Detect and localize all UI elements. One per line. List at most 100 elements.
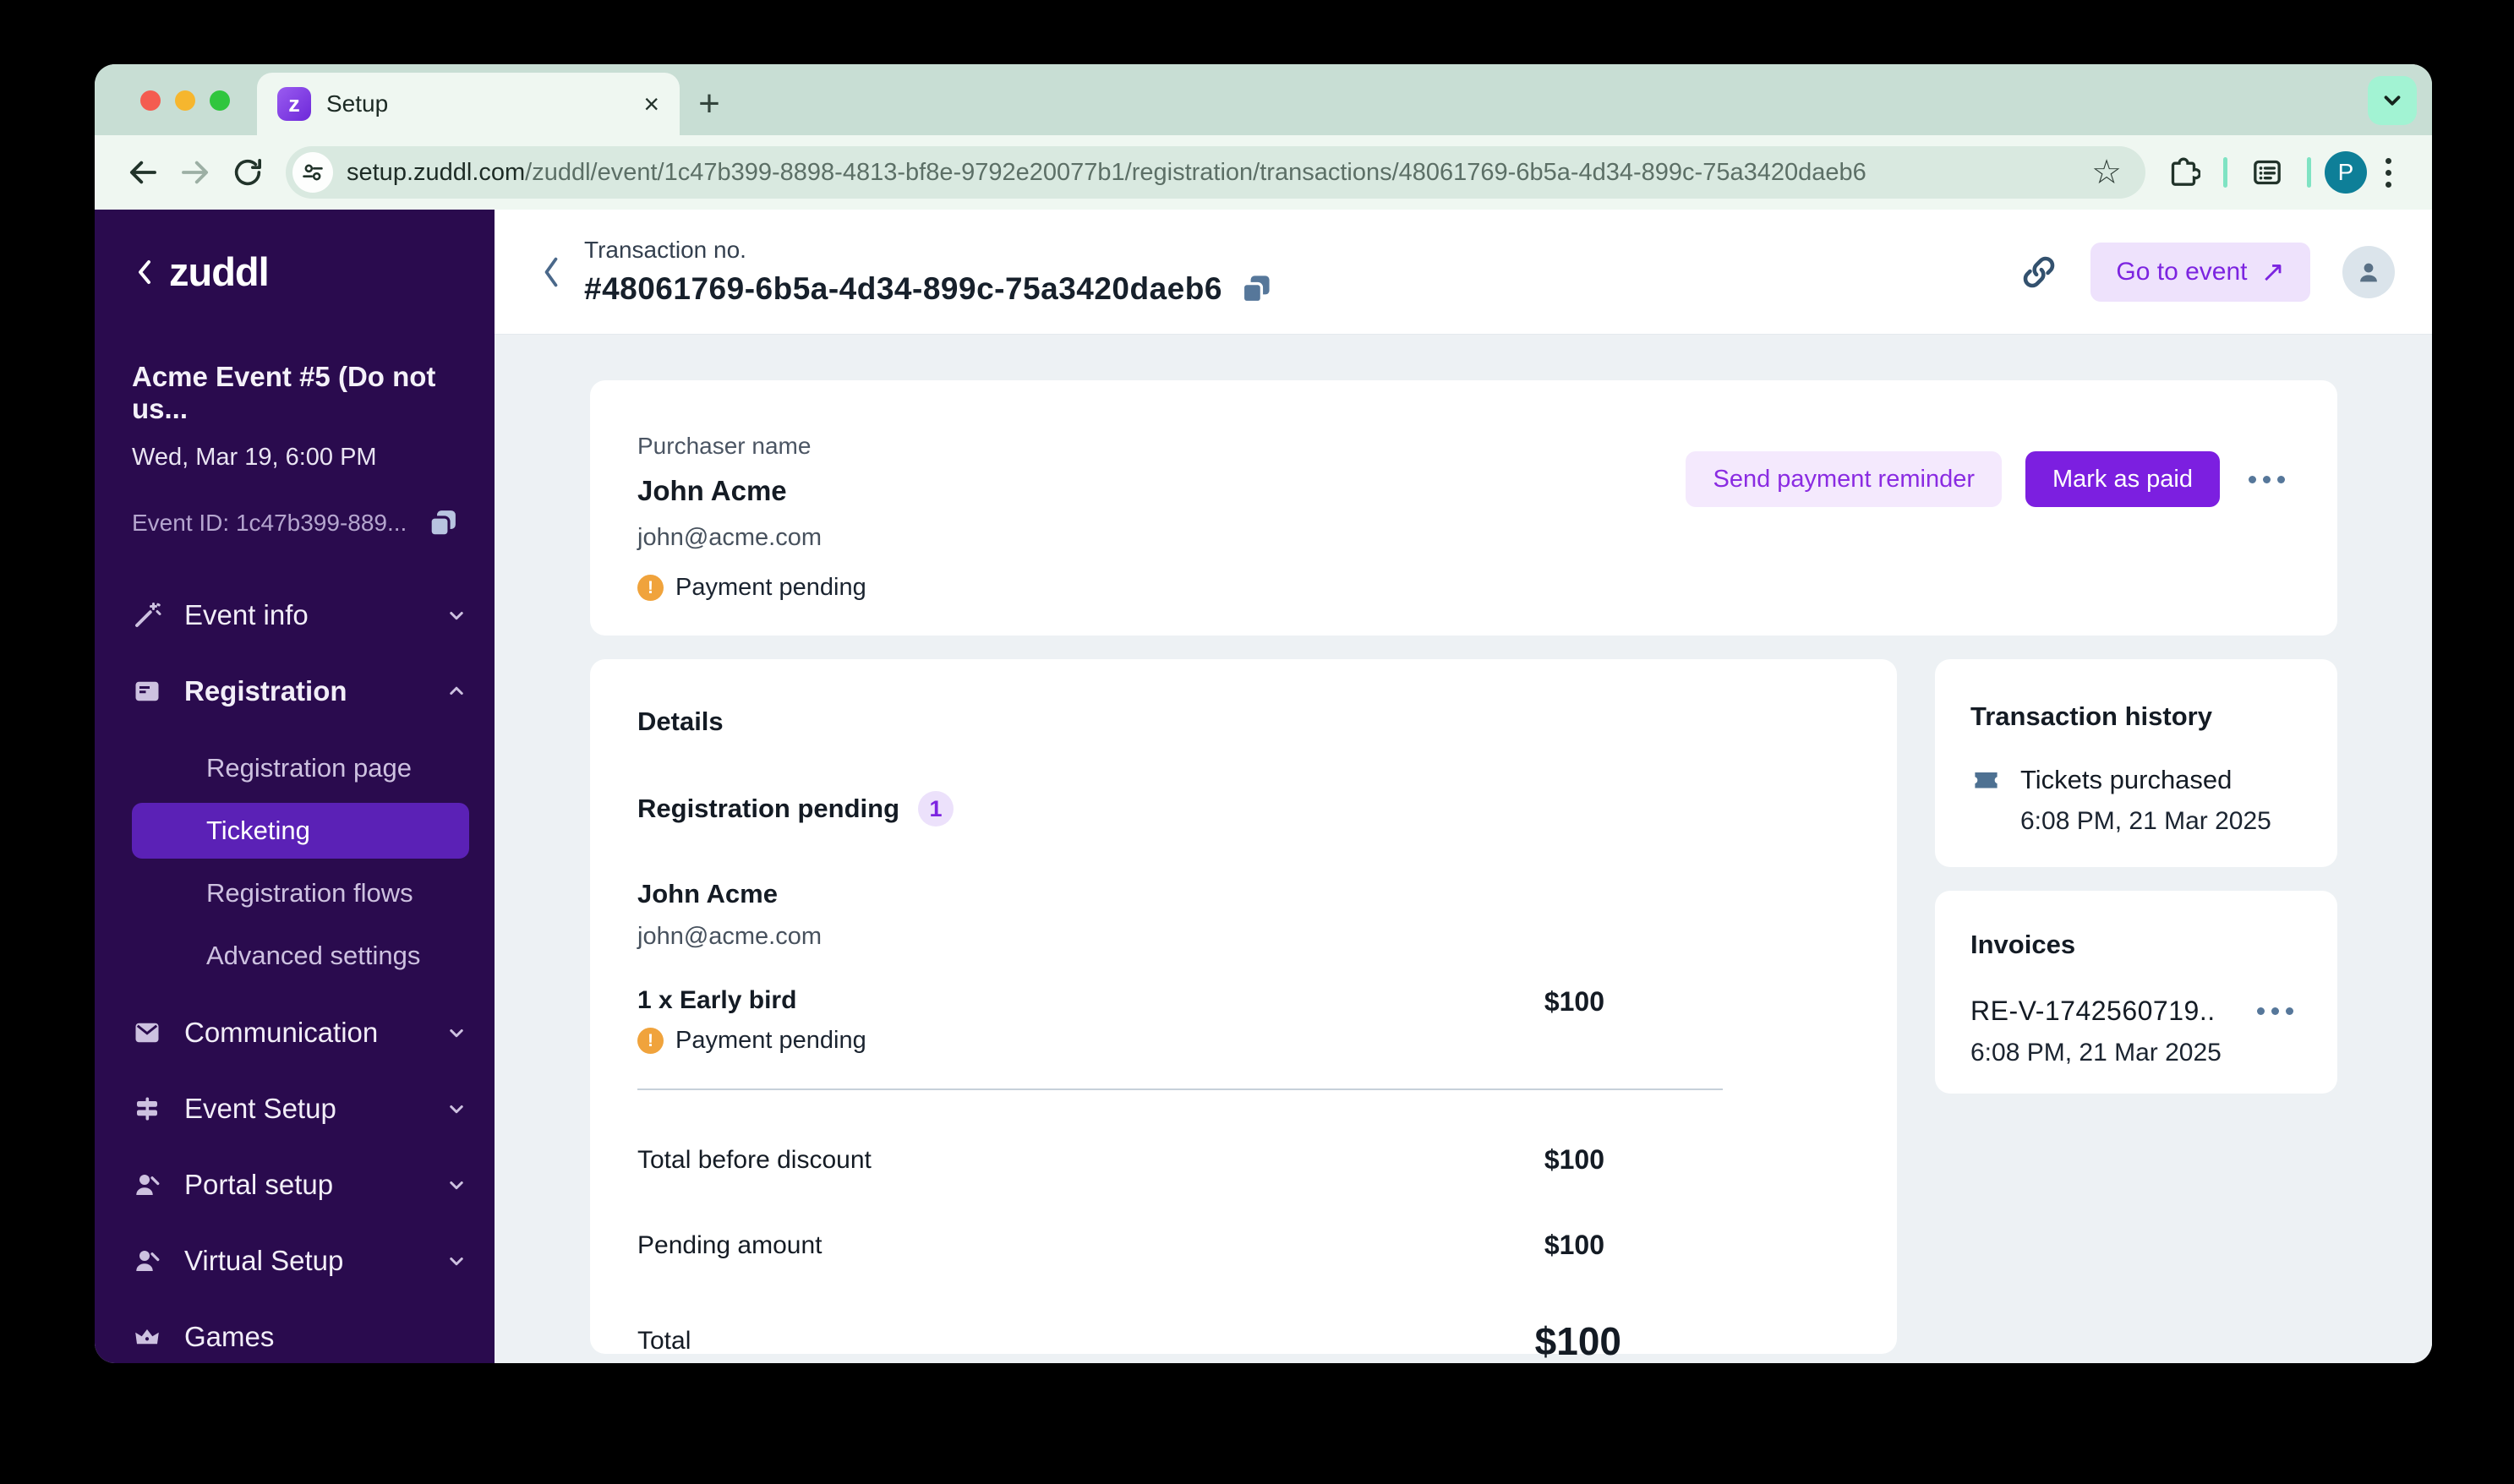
browser-tab-setup[interactable]: z Setup × (257, 73, 680, 135)
sidebar-item-event-setup[interactable]: Event Setup (132, 1082, 469, 1136)
page-header: Transaction no. #48061769-6b5a-4d34-899c… (495, 210, 2432, 335)
registration-card-icon (135, 681, 159, 701)
registration-status-title: Registration pending (637, 794, 899, 823)
screenshot-stage: z Setup × + setup.zuddl.com/zuddl/event/… (0, 0, 2514, 1484)
invoice-time: 6:08 PM, 21 Mar 2025 (1970, 1039, 2222, 1067)
url-bar[interactable]: setup.zuddl.com/zuddl/event/1c47b399-889… (286, 146, 2145, 199)
divider (637, 1088, 1723, 1090)
sidebar-nav: Event info Registration Registration pag… (132, 588, 469, 1363)
sidebar-item-advanced-settings[interactable]: Advanced settings (132, 928, 469, 984)
sidebar-item-games[interactable]: Games (132, 1310, 469, 1363)
transaction-label: Transaction no. (584, 236, 746, 263)
zoom-window-button[interactable] (210, 90, 230, 111)
details-title: Details (637, 707, 724, 736)
tab-close-icon[interactable]: × (643, 90, 659, 117)
details-card: Details Registration pending 1 John Acme… (590, 659, 1897, 1363)
sidebar-item-registration[interactable]: Registration (132, 664, 469, 718)
user-avatar[interactable] (2342, 245, 2395, 298)
crown-icon (135, 1329, 159, 1345)
reload-button[interactable] (221, 146, 274, 199)
line-item-status: Payment pending (675, 1027, 866, 1054)
toolbar-divider (2223, 157, 2227, 188)
purchaser-email: john@acme.com (637, 524, 823, 551)
browser-profile-avatar[interactable]: P (2325, 151, 2367, 194)
attendee-name: John Acme (637, 879, 778, 908)
copy-event-id-icon[interactable] (425, 505, 461, 541)
line-item-name: 1 x Early bird (637, 986, 797, 1014)
person-icon (136, 1175, 160, 1195)
reading-list-icon[interactable] (2241, 146, 2293, 199)
purchaser-name: John Acme (637, 475, 787, 506)
zuddl-app: zuddl Acme Event #5 (Do not us... Wed, M… (95, 210, 2432, 1363)
window-controls (140, 90, 230, 111)
total-before-discount-row: Total before discount $100 (637, 1144, 1604, 1175)
browser-window: z Setup × + setup.zuddl.com/zuddl/event/… (95, 64, 2432, 1363)
link-icon[interactable] (2019, 253, 2058, 292)
url-host: setup.zuddl.com (347, 158, 526, 186)
invoices-card: Invoices RE-V-1742560719.. 6:08 PM, 21 M… (1935, 891, 2337, 1094)
purchaser-label: Purchaser name (637, 433, 812, 459)
collapse-sidebar-icon[interactable] (132, 255, 156, 289)
attendee-email: john@acme.com (637, 923, 823, 950)
sidebar-item-ticketing[interactable]: Ticketing (132, 803, 469, 859)
mark-as-paid-button[interactable]: Mark as paid (2025, 451, 2220, 507)
sidebar-item-registration-flows[interactable]: Registration flows (132, 865, 469, 921)
ticket-line-item: 1 x Early bird ! Payment pending $100 (637, 986, 1850, 1055)
forward-button[interactable] (169, 146, 221, 199)
chevron-down-icon (450, 1258, 463, 1266)
sidebar-item-event-info[interactable]: Event info (132, 588, 469, 642)
pending-amount-row: Pending amount $100 (637, 1230, 1604, 1260)
transaction-history-card: Transaction history Tickets purchased 6:… (1935, 659, 2337, 867)
person-icon (136, 1251, 160, 1271)
sidebar-item-portal-setup[interactable]: Portal setup (132, 1158, 469, 1212)
more-actions-icon[interactable] (2243, 451, 2290, 507)
url-text: setup.zuddl.com/zuddl/event/1c47b399-889… (347, 159, 2063, 187)
close-window-button[interactable] (140, 90, 161, 111)
invoices-title: Invoices (1970, 930, 2076, 959)
mail-icon (135, 1023, 159, 1043)
payment-status: Payment pending (675, 574, 866, 601)
go-to-event-button[interactable]: Go to event ↗ (2090, 242, 2310, 302)
bookmark-star-icon[interactable]: ☆ (2076, 153, 2137, 192)
tab-strip: z Setup × + (95, 64, 2432, 135)
zuddl-logo[interactable]: zuddl (169, 248, 270, 295)
site-settings-icon[interactable] (292, 152, 333, 193)
chevron-down-icon (450, 1181, 463, 1190)
toolbar-divider (2307, 157, 2311, 188)
sidebar-item-communication[interactable]: Communication (132, 1006, 469, 1060)
history-entry: Tickets purchased (2020, 764, 2233, 794)
back-icon[interactable] (538, 254, 564, 291)
transaction-id: #48061769-6b5a-4d34-899c-75a3420daeb6 (584, 270, 1222, 306)
sidebar: zuddl Acme Event #5 (Do not us... Wed, M… (95, 210, 495, 1363)
signpost-icon (137, 1097, 157, 1121)
line-item-price: $100 (1544, 986, 1604, 1017)
minimize-window-button[interactable] (175, 90, 195, 111)
send-payment-reminder-button[interactable]: Send payment reminder (1686, 451, 2002, 507)
transaction-history-title: Transaction history (1970, 701, 2212, 731)
event-id: Event ID: 1c47b399-889... (132, 510, 407, 536)
sidebar-item-registration-page[interactable]: Registration page (132, 740, 469, 796)
chevron-down-icon (2384, 95, 2401, 106)
chevron-down-icon (450, 612, 463, 620)
browser-menu-icon[interactable] (2367, 157, 2410, 188)
back-button[interactable] (117, 146, 169, 199)
extensions-icon[interactable] (2157, 146, 2210, 199)
url-path: /zuddl/event/1c47b399-8898-4813-bf8e-979… (525, 158, 1866, 186)
chevron-up-icon (450, 686, 463, 695)
event-date: Wed, Mar 19, 6:00 PM (132, 444, 377, 471)
invoice-actions-icon[interactable] (2252, 1007, 2298, 1015)
invoice-number: RE-V-1742560719.. (1970, 996, 2216, 1026)
new-tab-button[interactable]: + (680, 73, 739, 135)
zuddl-favicon: z (277, 87, 311, 121)
sidebar-item-virtual-setup[interactable]: Virtual Setup (132, 1234, 469, 1288)
purchaser-card: Purchaser name John Acme john@acme.com !… (590, 380, 2337, 636)
warning-icon: ! (637, 1028, 664, 1054)
wand-icon (135, 603, 161, 627)
copy-transaction-id-icon[interactable] (1238, 270, 1275, 308)
content-area: Purchaser name John Acme john@acme.com !… (495, 335, 2432, 1363)
ticket-icon (1975, 772, 1998, 788)
total-row: Total $100 (637, 1319, 1621, 1363)
chevron-down-icon (450, 1029, 463, 1038)
person-icon (2360, 263, 2377, 281)
tab-search-button[interactable] (2368, 76, 2417, 125)
